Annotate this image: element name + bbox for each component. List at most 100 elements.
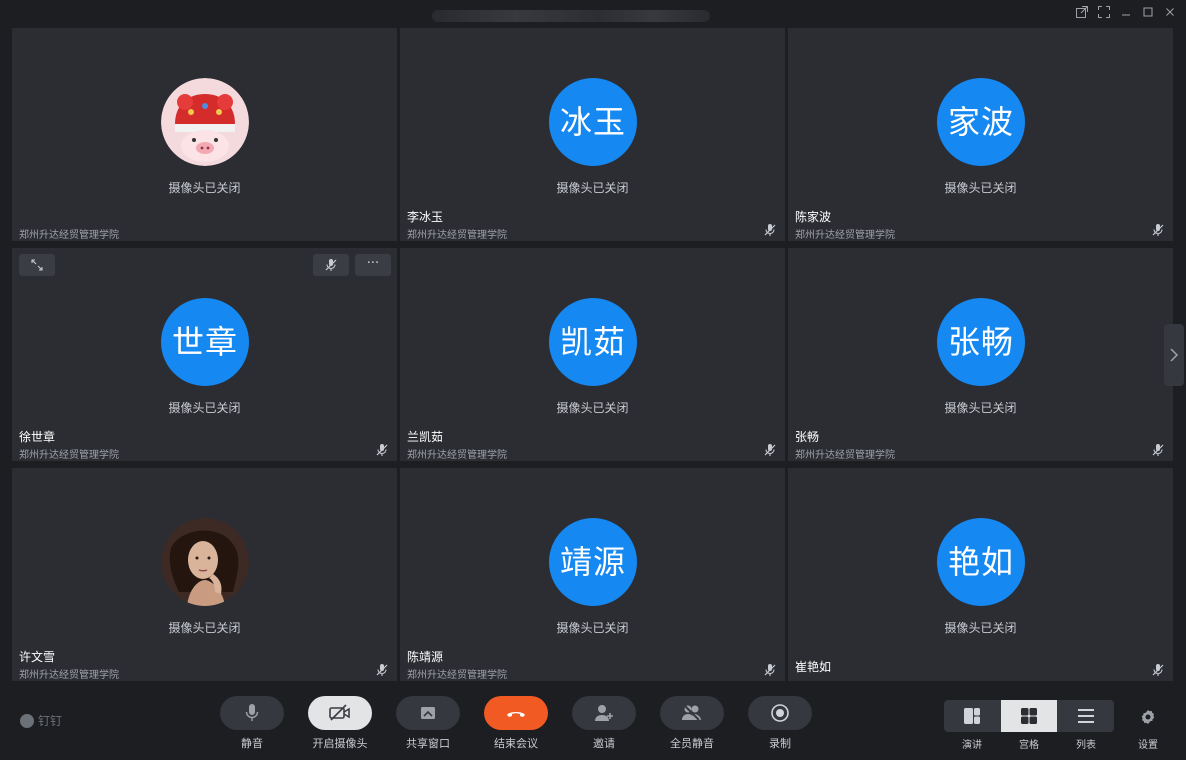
end-meeting-button[interactable] [484, 696, 548, 730]
meeting-toolbar: 钉钉 静音 开启摄像头 共享窗口 结束会议 邀请 全员静音 录制 演讲 宫格 列… [0, 684, 1186, 760]
mic-off-icon [763, 222, 777, 236]
settings-label: 设置 [1138, 740, 1158, 751]
participant-org: 郑州升达经贸管理学院 [407, 230, 507, 241]
participant-org: 郑州升达经贸管理学院 [795, 230, 895, 241]
window-controls [1074, 5, 1178, 21]
participant-org: 郑州升达经贸管理学院 [407, 450, 507, 461]
mic-icon [245, 704, 259, 721]
fullscreen-icon[interactable] [1096, 5, 1112, 21]
participant-tile[interactable]: 靖源 摄像头已关闭 陈靖源 郑州升达经贸管理学院 [400, 468, 785, 681]
participant-tile[interactable]: 家波摄像头已关闭陈家波郑州升达经贸管理学院 [788, 28, 1173, 241]
view-speaker-label: 演讲 [962, 740, 982, 751]
participant-grid: 摄像头已关闭 郑州升达经贸管理学院 冰玉 摄像头已关闭 李冰玉 郑州升达经贸管理学院 家波摄… [12, 28, 1174, 684]
participant-name: 徐世章 [19, 430, 56, 444]
camera-off-status: 摄像头已关闭 [944, 401, 1017, 415]
participant-tile[interactable]: 张畅 摄像头已关闭 张畅 郑州升达经贸管理学院 [788, 248, 1173, 461]
participant-tile[interactable]: 冰玉摄像头已关闭李冰玉郑州升达经贸管理学院 [400, 28, 785, 241]
participant-org: 郑州升达经贸管理学院 [795, 450, 895, 461]
view-grid-button[interactable] [1001, 700, 1057, 732]
share-window-button[interactable] [396, 696, 460, 730]
mic-off-icon [375, 662, 389, 676]
mic-off-icon [763, 662, 777, 676]
participant-avatar: 凯茹 [549, 298, 637, 386]
participant-org: 郑州升达经贸管理学院 [19, 450, 119, 461]
expand-tile-button[interactable] [19, 254, 55, 276]
participant-org: 郑州升达经贸管理学院 [19, 230, 119, 241]
mic-off-icon [763, 442, 777, 456]
end-meeting-label: 结束会议 [494, 737, 538, 750]
record-label: 录制 [769, 737, 791, 750]
camera-off-status: 摄像头已关闭 [168, 401, 241, 415]
settings-button[interactable] [1134, 706, 1162, 728]
camera-label: 开启摄像头 [312, 737, 368, 750]
participant-name: 陈靖源 [407, 650, 444, 664]
participant-avatar: 艳如 [937, 518, 1025, 606]
hangup-icon [507, 712, 525, 717]
camera-off-icon [329, 704, 350, 721]
list-view-icon [1078, 709, 1094, 723]
mic-off-icon [1151, 442, 1165, 456]
participant-tile[interactable]: 艳如摄像头已关闭崔艳如 [788, 468, 1173, 681]
share-label: 共享窗口 [406, 737, 450, 750]
participant-avatar: 世章 [161, 298, 249, 386]
participant-avatar: 张畅 [937, 298, 1025, 386]
share-icon [421, 707, 435, 719]
mic-off-icon [375, 442, 389, 456]
participant-tile[interactable]: 摄像头已关闭郑州升达经贸管理学院 [12, 28, 397, 241]
participant-tile[interactable]: 世章摄像头已关闭徐世章郑州升达经贸管理学院 ··· [12, 248, 397, 461]
close-icon[interactable] [1162, 5, 1178, 21]
mute-all-label: 全员静音 [670, 737, 714, 750]
invite-button[interactable] [572, 696, 636, 730]
record-button[interactable] [748, 696, 812, 730]
mic-off-icon [1151, 222, 1165, 236]
participant-name: 崔艳如 [795, 660, 832, 674]
camera-off-status: 摄像头已关闭 [944, 181, 1017, 195]
participant-avatar [161, 78, 249, 166]
brand-logo: 钉钉 [20, 712, 62, 729]
view-speaker-button[interactable] [944, 700, 1000, 732]
camera-button[interactable] [308, 696, 372, 730]
minimize-icon[interactable] [1118, 5, 1134, 21]
mic-off-icon [1151, 662, 1165, 676]
participant-avatar: 家波 [937, 78, 1025, 166]
participant-avatar [161, 518, 249, 606]
camera-off-status: 摄像头已关闭 [556, 181, 629, 195]
participant-avatar: 冰玉 [549, 78, 637, 166]
next-page-arrow[interactable] [1164, 324, 1184, 386]
expand-icon [31, 259, 43, 271]
camera-off-status: 摄像头已关闭 [168, 621, 241, 635]
view-list-button[interactable] [1058, 700, 1114, 732]
mute-button[interactable] [220, 696, 284, 730]
speaker-view-icon [964, 708, 980, 724]
add-user-icon [595, 705, 613, 721]
participant-org: 郑州升达经贸管理学院 [19, 670, 119, 681]
camera-off-status: 摄像头已关闭 [944, 621, 1017, 635]
gear-icon [1141, 710, 1155, 724]
mic-off-icon [324, 258, 338, 279]
title-bar [0, 0, 1186, 28]
dingtalk-icon [20, 713, 34, 728]
meeting-title-blurred [432, 10, 710, 22]
camera-off-status: 摄像头已关闭 [556, 621, 629, 635]
participant-avatar: 靖源 [549, 518, 637, 606]
mute-all-button[interactable] [660, 696, 724, 730]
invite-label: 邀请 [593, 737, 615, 750]
view-grid-label: 宫格 [1019, 740, 1039, 751]
participant-name: 兰凯茹 [407, 430, 444, 444]
participant-name: 李冰玉 [407, 210, 444, 224]
participant-tile[interactable]: 摄像头已关闭 许文雪 郑州升达经贸管理学院 [12, 468, 397, 681]
grid-view-icon [1021, 708, 1037, 724]
view-switcher [944, 700, 1114, 732]
tile-mute-button[interactable] [313, 254, 349, 276]
participant-name: 陈家波 [795, 210, 832, 224]
participant-tile[interactable]: 凯茹摄像头已关闭兰凯茹郑州升达经贸管理学院 [400, 248, 785, 461]
tile-more-button[interactable]: ··· [355, 254, 391, 276]
brand-name: 钉钉 [38, 714, 63, 728]
maximize-icon[interactable] [1140, 5, 1156, 21]
camera-off-status: 摄像头已关闭 [168, 181, 241, 195]
popout-icon[interactable] [1074, 5, 1090, 21]
camera-off-status: 摄像头已关闭 [556, 401, 629, 415]
record-icon [771, 704, 789, 722]
view-list-label: 列表 [1076, 740, 1096, 751]
mute-all-icon [682, 705, 701, 721]
